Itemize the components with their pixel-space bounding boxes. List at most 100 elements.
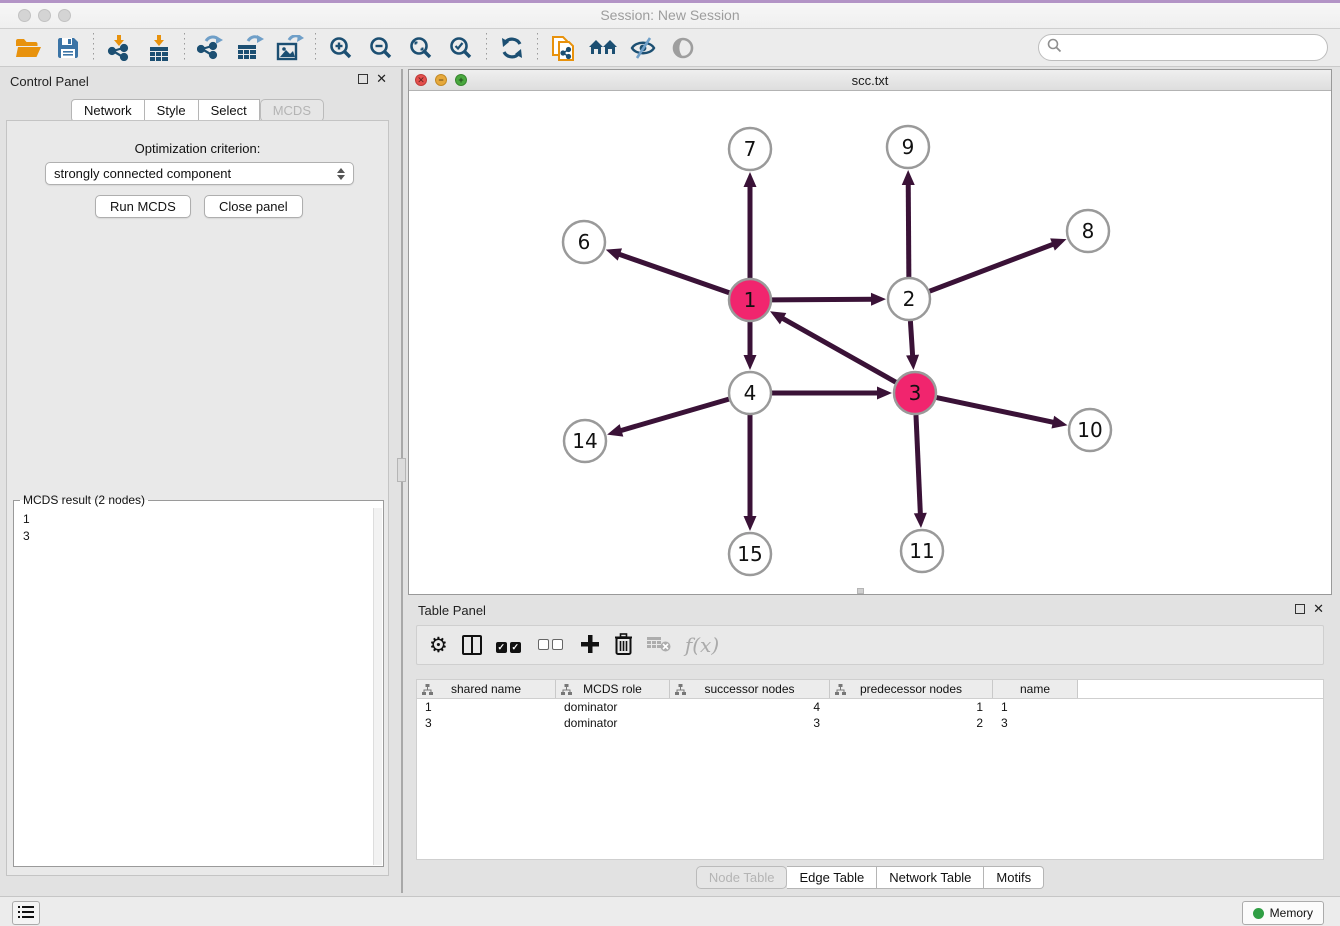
columns-icon (462, 635, 482, 655)
close-table-panel-icon[interactable]: ✕ (1313, 604, 1324, 614)
column-header-successor-nodes[interactable]: successor nodes (670, 680, 830, 698)
column-header-predecessor-nodes[interactable]: predecessor nodes (830, 680, 993, 698)
cell-shared-name[interactable]: 1 (417, 699, 556, 715)
save-session-button[interactable] (48, 31, 88, 65)
mcds-result-list: 13 (15, 508, 373, 865)
edge-3-1[interactable] (780, 317, 895, 382)
search-input[interactable] (1067, 40, 1319, 55)
select-all-columns-button[interactable]: ✓✓ (496, 628, 524, 662)
table-panel: Table Panel ✕ ⚙ ✓✓ f(x) shared nameMCDS … (408, 599, 1332, 893)
node-label-14: 14 (572, 429, 597, 453)
edge-2-9[interactable] (908, 182, 909, 277)
arrowhead-4-3 (877, 387, 892, 400)
zoom-in-button[interactable] (321, 31, 361, 65)
memory-button[interactable]: Memory (1242, 901, 1324, 925)
cell-predecessor-nodes[interactable]: 2 (830, 715, 993, 731)
edge-1-2[interactable] (772, 299, 874, 300)
first-neighbors-button[interactable] (583, 31, 623, 65)
mcds-result-item: 1 (23, 511, 373, 528)
deselect-all-columns-button[interactable] (538, 628, 566, 662)
export-table-button[interactable] (230, 31, 270, 65)
control-panel-tabs: NetworkStyleSelectMCDS (0, 99, 395, 122)
network-canvas[interactable]: 7968124314101511 (409, 91, 1331, 594)
edge-2-3[interactable] (910, 321, 912, 358)
criterion-select[interactable]: strongly connected component (45, 162, 354, 185)
control-panel-title: Control Panel (10, 74, 89, 89)
delete-column-button[interactable] (614, 628, 633, 662)
close-panel-icon[interactable]: ✕ (376, 74, 387, 84)
tab-motifs[interactable]: Motifs (984, 866, 1044, 889)
tab-network[interactable]: Network (71, 99, 145, 122)
toolbar-separator (486, 33, 487, 63)
import-network-button[interactable] (99, 31, 139, 65)
function-builder-button[interactable]: f(x) (685, 628, 719, 662)
import-table-button[interactable] (139, 31, 179, 65)
result-scrollbar[interactable] (373, 508, 382, 865)
select-spinner-icon (337, 168, 345, 180)
cell-name[interactable]: 1 (993, 699, 1078, 715)
node-label-2: 2 (903, 287, 916, 311)
memory-label: Memory (1270, 906, 1313, 920)
unchecked-boxes-icon (538, 638, 566, 653)
zoom-out-button[interactable] (361, 31, 401, 65)
network-window-titlebar[interactable]: ✕ − + scc.txt (409, 70, 1331, 91)
column-header-shared-name[interactable]: shared name (417, 680, 556, 698)
open-folder-icon (15, 37, 42, 59)
cell-mcds-role[interactable]: dominator (556, 715, 670, 731)
zoom-fit-button[interactable] (401, 31, 441, 65)
task-history-button[interactable] (12, 901, 40, 925)
tab-style[interactable]: Style (145, 99, 199, 122)
cell-mcds-role[interactable]: dominator (556, 699, 670, 715)
cell-shared-name[interactable]: 3 (417, 715, 556, 731)
add-column-button[interactable] (580, 628, 600, 662)
delete-table-icon (647, 635, 671, 656)
node-label-1: 1 (744, 288, 757, 312)
show-columns-button[interactable] (462, 628, 482, 662)
tab-select[interactable]: Select (199, 99, 260, 122)
panel-splitter-handle[interactable] (397, 458, 406, 482)
tab-node-table[interactable]: Node Table (696, 866, 788, 889)
zoom-selected-button[interactable] (441, 31, 481, 65)
edge-1-6[interactable] (617, 254, 729, 293)
apply-layout-button[interactable] (492, 31, 532, 65)
clone-network-button[interactable] (543, 31, 583, 65)
tab-network-table[interactable]: Network Table (877, 866, 984, 889)
search-field[interactable] (1038, 34, 1328, 61)
float-panel-icon[interactable] (358, 74, 368, 84)
zoom-fit-icon (409, 36, 433, 60)
tab-edge-table[interactable]: Edge Table (787, 866, 877, 889)
column-header-name[interactable]: name (993, 680, 1078, 698)
arrowhead-2-9 (902, 170, 915, 185)
zoom-selected-icon (449, 36, 473, 60)
column-header-mcds-role[interactable]: MCDS role (556, 680, 670, 698)
show-all-button[interactable] (663, 31, 703, 65)
node-table: shared nameMCDS rolesuccessor nodesprede… (416, 679, 1324, 860)
network-graph[interactable]: 7968124314101511 (409, 91, 1331, 594)
canvas-resize-handle[interactable] (857, 588, 864, 594)
open-session-button[interactable] (8, 31, 48, 65)
cell-successor-nodes[interactable]: 4 (670, 699, 830, 715)
edge-4-14[interactable] (619, 399, 729, 431)
export-image-button[interactable] (270, 31, 310, 65)
close-panel-button[interactable]: Close panel (204, 195, 303, 218)
delete-table-button[interactable] (647, 628, 671, 662)
table-settings-button[interactable]: ⚙ (429, 628, 448, 662)
mcds-result-title: MCDS result (2 nodes) (20, 493, 148, 507)
hide-selected-button[interactable] (623, 31, 663, 65)
edge-3-10[interactable] (937, 398, 1056, 423)
export-network-button[interactable] (190, 31, 230, 65)
cell-name[interactable]: 3 (993, 715, 1078, 731)
cell-predecessor-nodes[interactable]: 1 (830, 699, 993, 715)
edge-2-8[interactable] (930, 243, 1056, 291)
edge-3-11[interactable] (916, 415, 920, 516)
float-table-panel-icon[interactable] (1295, 604, 1305, 614)
table-row[interactable]: 3dominator323 (417, 715, 1323, 731)
cell-successor-nodes[interactable]: 3 (670, 715, 830, 731)
table-row[interactable]: 1dominator411 (417, 699, 1323, 715)
app-title: Session: New Session (0, 7, 1340, 23)
tab-mcds[interactable]: MCDS (260, 99, 324, 122)
eye-slash-icon (630, 36, 656, 60)
arrowhead-1-2 (871, 293, 886, 306)
node-label-7: 7 (744, 137, 757, 161)
run-mcds-button[interactable]: Run MCDS (95, 195, 191, 218)
